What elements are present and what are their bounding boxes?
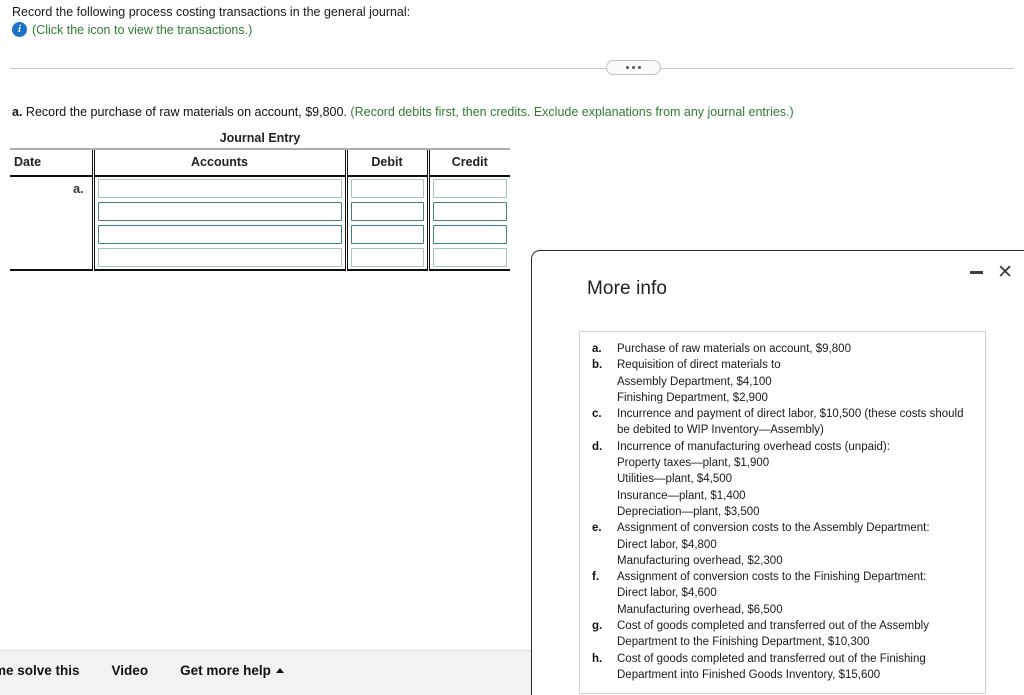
- column-header-accounts: Accounts: [91, 150, 346, 177]
- list-item: h. Cost of goods completed and transferr…: [586, 651, 979, 684]
- list-item-text: Incurrence of manufacturing overhead cos…: [617, 440, 890, 453]
- cell-credit: [426, 246, 510, 271]
- journal-entry-table: Journal Entry Date Accounts Debit Credit…: [10, 131, 510, 271]
- accounts-input-row-2[interactable]: [97, 202, 342, 221]
- part-a-text: Record the purchase of raw materials on …: [25, 105, 347, 119]
- question-intro: Record the following process costing tra…: [12, 5, 411, 19]
- cell-debit: [344, 176, 428, 200]
- row-date-label: a.: [10, 176, 93, 271]
- dot-icon: [626, 66, 629, 69]
- cell-accounts: [91, 246, 346, 271]
- list-item-sub: Depreciation—plant, $3,500: [617, 505, 760, 518]
- list-item: a. Purchase of raw materials on account,…: [586, 341, 979, 357]
- part-a-hint: (Record debits first, then credits. Excl…: [350, 105, 794, 119]
- part-a-label: a.: [12, 105, 23, 119]
- cell-credit: [426, 223, 510, 246]
- dialog-window-controls: ✕: [969, 263, 1013, 282]
- info-icon[interactable]: i: [12, 22, 27, 37]
- list-item-sub: Utilities—plant, $4,500: [617, 473, 733, 486]
- debit-input-row-3[interactable]: [350, 225, 424, 244]
- cell-accounts: [91, 200, 346, 223]
- dialog-title: More info: [587, 278, 668, 299]
- journal-title: Journal Entry: [10, 131, 510, 150]
- list-item-sub: Assembly Department, $4,100: [617, 375, 772, 388]
- list-item: g. Cost of goods completed and transferr…: [586, 618, 979, 651]
- list-item-key: f.: [592, 571, 600, 584]
- minimize-button[interactable]: [969, 266, 983, 280]
- list-item: d. Incurrence of manufacturing overhead …: [586, 439, 979, 455]
- video-button[interactable]: Video: [112, 663, 149, 678]
- table-row: a.: [10, 176, 510, 271]
- column-header-debit: Debit: [344, 150, 428, 177]
- debit-input-row-1[interactable]: [350, 179, 424, 198]
- list-item: c. Incurrence and payment of direct labo…: [586, 406, 979, 439]
- cell-debit: [344, 223, 428, 246]
- page-root: Record the following process costing tra…: [0, 0, 1024, 695]
- close-button[interactable]: ✕: [997, 263, 1013, 282]
- list-item-sub: Property taxes—plant, $1,900: [617, 457, 770, 470]
- cell-credit: [426, 176, 510, 200]
- section-divider: [10, 60, 1014, 76]
- list-item-key: d.: [592, 440, 603, 453]
- get-more-help-button[interactable]: Get more help: [180, 663, 284, 678]
- list-item-text: Cost of goods completed and transferred …: [617, 620, 929, 649]
- divider-line: [10, 68, 1014, 69]
- help-me-solve-this-button[interactable]: p me solve this: [0, 663, 80, 678]
- transactions-icon-link[interactable]: i (Click the icon to view the transactio…: [12, 22, 252, 37]
- list-item: e. Assignment of conversion costs to the…: [586, 520, 979, 536]
- transactions-link-label[interactable]: (Click the icon to view the transactions…: [32, 23, 252, 37]
- accounts-input-row-4[interactable]: [97, 248, 342, 267]
- dot-icon: [638, 66, 641, 69]
- list-item-sub: Direct labor, $4,600: [617, 587, 717, 600]
- list-item-key: h.: [592, 652, 603, 665]
- accounts-input-row-3[interactable]: [97, 225, 342, 244]
- dot-icon: [632, 66, 635, 69]
- list-item-sub: Direct labor, $4,800: [617, 538, 717, 551]
- cell-debit: [344, 200, 428, 223]
- help-toolbar: p me solve this Video Get more help: [0, 650, 531, 695]
- more-info-dialog: ✕ More info a. Purchase of raw materials…: [531, 250, 1024, 695]
- list-item-text: Incurrence and payment of direct labor, …: [617, 408, 964, 437]
- credit-input-row-4[interactable]: [432, 248, 507, 267]
- list-item-sub: Manufacturing overhead, $6,500: [617, 603, 783, 616]
- list-item-key: a.: [592, 343, 602, 355]
- credit-input-row-2[interactable]: [432, 202, 507, 221]
- list-item-text: Requisition of direct materials to: [617, 359, 781, 372]
- list-item-sub: Finishing Department, $2,900: [617, 391, 768, 404]
- list-item-text: Purchase of raw materials on account, $9…: [617, 343, 851, 355]
- column-header-date: Date: [10, 150, 93, 177]
- list-item-key: c.: [592, 408, 602, 421]
- cell-accounts: [91, 223, 346, 246]
- cell-credit: [426, 200, 510, 223]
- list-item: b. Requisition of direct materials to: [586, 357, 979, 373]
- collapse-toggle-button[interactable]: [606, 60, 661, 75]
- credit-input-row-1[interactable]: [432, 179, 507, 198]
- list-item-sub: Insurance—plant, $1,400: [617, 489, 746, 502]
- list-item-text: Cost of goods completed and transferred …: [617, 652, 926, 681]
- list-item-text: Assignment of conversion costs to the As…: [617, 522, 930, 535]
- get-more-help-label: Get more help: [180, 663, 271, 678]
- cell-accounts: [91, 176, 346, 200]
- list-item: f. Assignment of conversion costs to the…: [586, 569, 979, 585]
- list-item-key: b.: [592, 359, 603, 372]
- column-header-credit: Credit: [426, 150, 510, 177]
- debit-input-row-2[interactable]: [350, 202, 424, 221]
- part-a-prompt: a. Record the purchase of raw materials …: [12, 104, 812, 120]
- list-item-sub: Manufacturing overhead, $2,300: [617, 554, 783, 567]
- list-item-key: e.: [592, 522, 602, 535]
- accounts-input-row-1[interactable]: [97, 179, 342, 198]
- credit-input-row-3[interactable]: [432, 225, 507, 244]
- transactions-list: a. Purchase of raw materials on account,…: [579, 331, 986, 695]
- debit-input-row-4[interactable]: [350, 248, 424, 267]
- caret-up-icon: [275, 668, 284, 673]
- cell-debit: [344, 246, 428, 271]
- journal-header-row: Date Accounts Debit Credit: [10, 150, 510, 177]
- list-item-key: g.: [592, 620, 603, 633]
- list-item-text: Assignment of conversion costs to the Fi…: [617, 571, 927, 584]
